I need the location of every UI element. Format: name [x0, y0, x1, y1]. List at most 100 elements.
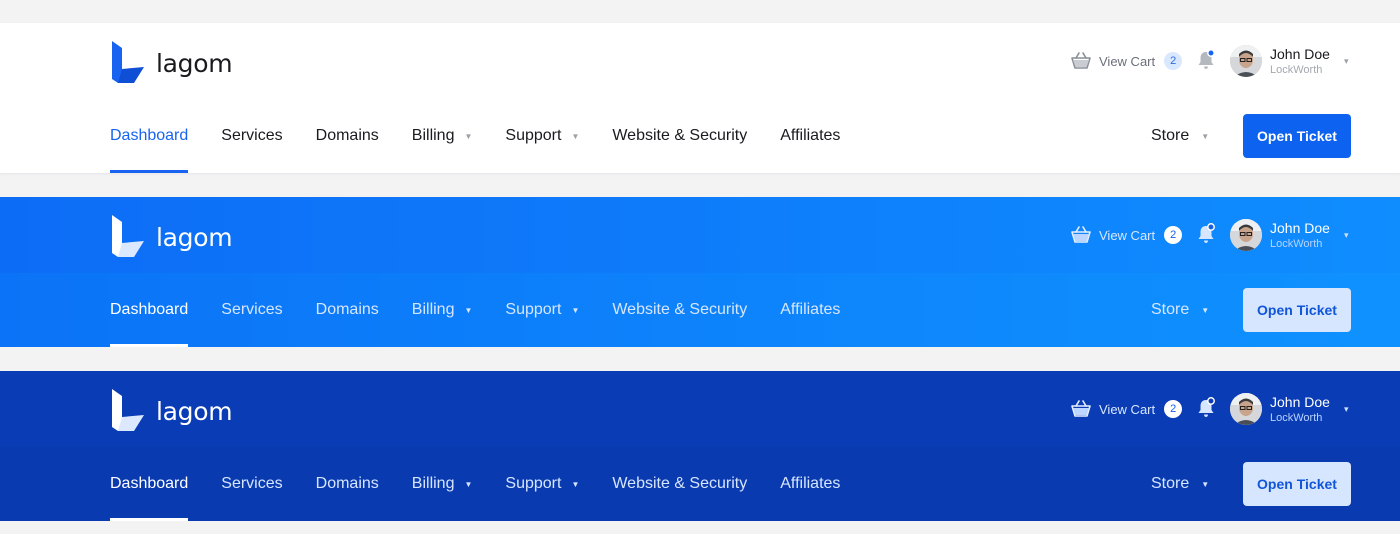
- nav-item-services[interactable]: Services: [221, 273, 282, 347]
- notifications-button[interactable]: [1196, 49, 1216, 71]
- view-cart-link[interactable]: View Cart 2: [1070, 223, 1183, 247]
- cart-count-badge: 2: [1164, 400, 1183, 418]
- nav-item-domains[interactable]: Domains: [316, 273, 379, 347]
- chevron-down-icon: ▾: [1343, 229, 1349, 240]
- nav-item-label: Affiliates: [780, 301, 841, 318]
- chevron-down-icon: ▼: [1201, 131, 1210, 141]
- chevron-down-icon: ▼: [571, 479, 580, 489]
- nav-item-affiliates[interactable]: Affiliates: [780, 99, 840, 173]
- nav-item-label: Website & Security: [612, 127, 748, 144]
- nav-item-label: Affiliates: [780, 475, 841, 492]
- view-cart-label: View Cart: [1099, 401, 1156, 417]
- logo-text: lagom: [156, 222, 233, 252]
- logo[interactable]: lagom: [110, 213, 250, 257]
- nav-item-dashboard[interactable]: Dashboard: [110, 273, 189, 347]
- user-info: John Doe LockWorth: [1270, 46, 1330, 77]
- user-name: John Doe: [1270, 219, 1330, 236]
- nav-item-label: Website & Security: [612, 475, 748, 492]
- nav-item-affiliates[interactable]: Affiliates: [780, 273, 840, 347]
- nav-item-dashboard[interactable]: Dashboard: [110, 99, 189, 173]
- nav-item-label: Website & Security: [612, 301, 748, 318]
- chevron-down-icon: ▾: [1343, 55, 1349, 66]
- lagom-logo-icon: [110, 213, 146, 257]
- view-cart-link[interactable]: View Cart 2: [1070, 49, 1183, 73]
- logo-text: lagom: [156, 48, 233, 78]
- nav-item-billing[interactable]: Billing ▼: [412, 447, 473, 521]
- chevron-down-icon: ▼: [1201, 479, 1210, 489]
- chevron-down-icon: ▾: [1343, 403, 1349, 414]
- store-menu[interactable]: Store ▼: [1151, 99, 1209, 173]
- nav-item-label: Dashboard: [110, 301, 189, 318]
- user-menu[interactable]: John Doe LockWorth ▾: [1230, 217, 1348, 253]
- nav-item-label: Services: [221, 301, 283, 318]
- logo-text: lagom: [156, 396, 233, 426]
- main-nav: Dashboard Services Domains Billing ▼ Support ▼…: [110, 447, 873, 521]
- main-navigation-bar: Dashboard Services Domains Billing ▼ Support ▼…: [0, 99, 1400, 173]
- nav-item-support[interactable]: Support ▼: [505, 99, 579, 173]
- nav-item-website-security[interactable]: Website & Security: [612, 447, 747, 521]
- nav-item-dashboard[interactable]: Dashboard: [110, 447, 189, 521]
- header-variant-dark: lagom View Cart 2 John Doe LockWorth ▾ D…: [0, 371, 1400, 521]
- user-menu[interactable]: John Doe LockWorth ▾: [1230, 391, 1348, 427]
- logo[interactable]: lagom: [110, 387, 250, 431]
- user-organization: LockWorth: [1270, 63, 1323, 76]
- view-cart-label: View Cart: [1099, 227, 1156, 243]
- view-cart-link[interactable]: View Cart 2: [1070, 397, 1183, 421]
- nav-item-domains[interactable]: Domains: [316, 447, 379, 521]
- bell-icon: [1196, 49, 1216, 71]
- logo[interactable]: lagom: [110, 39, 250, 83]
- nav-item-label: Billing: [411, 127, 455, 144]
- avatar: [1230, 393, 1262, 425]
- nav-item-domains[interactable]: Domains: [316, 99, 379, 173]
- header-top-bar: lagom View Cart 2 John Doe LockWorth ▾: [0, 197, 1400, 273]
- main-navigation-bar: Dashboard Services Domains Billing ▼ Support ▼…: [0, 447, 1400, 521]
- user-name: John Doe: [1270, 45, 1330, 62]
- store-menu[interactable]: Store ▼: [1151, 273, 1209, 347]
- store-menu[interactable]: Store ▼: [1151, 447, 1209, 521]
- notifications-button[interactable]: [1196, 397, 1216, 419]
- user-organization: LockWorth: [1270, 411, 1323, 424]
- nav-item-label: Affiliates: [780, 127, 841, 144]
- main-navigation-bar: Dashboard Services Domains Billing ▼ Support ▼…: [0, 273, 1400, 347]
- nav-item-billing[interactable]: Billing ▼: [412, 99, 473, 173]
- header-variant-blue: lagom View Cart 2 John Doe LockWorth ▾ D…: [0, 197, 1400, 347]
- chevron-down-icon: ▼: [464, 305, 473, 315]
- nav-item-billing[interactable]: Billing ▼: [412, 273, 473, 347]
- open-ticket-button[interactable]: Open Ticket: [1243, 288, 1351, 332]
- nav-item-website-security[interactable]: Website & Security: [612, 273, 747, 347]
- cart-count-badge: 2: [1164, 52, 1183, 70]
- nav-item-label: Services: [221, 475, 283, 492]
- nav-item-website-security[interactable]: Website & Security: [612, 99, 747, 173]
- header-top-bar: lagom View Cart 2 John Doe LockWorth ▾: [0, 371, 1400, 447]
- header-variant-light: lagom View Cart 2 John Doe LockWorth ▾ D…: [0, 23, 1400, 173]
- basket-icon: [1070, 52, 1092, 70]
- store-label: Store: [1151, 301, 1190, 318]
- open-ticket-button[interactable]: Open Ticket: [1243, 462, 1351, 506]
- bell-icon: [1196, 397, 1216, 419]
- nav-item-label: Billing: [411, 475, 455, 492]
- nav-item-label: Services: [221, 127, 283, 144]
- store-label: Store: [1151, 127, 1190, 144]
- nav-item-services[interactable]: Services: [221, 447, 282, 521]
- nav-item-support[interactable]: Support ▼: [505, 273, 579, 347]
- nav-item-label: Dashboard: [110, 475, 189, 492]
- nav-item-label: Support: [505, 475, 562, 492]
- avatar: [1230, 45, 1262, 77]
- main-nav: Dashboard Services Domains Billing ▼ Support ▼…: [110, 99, 873, 173]
- chevron-down-icon: ▼: [464, 131, 473, 141]
- nav-item-label: Support: [505, 127, 562, 144]
- chevron-down-icon: ▼: [571, 305, 580, 315]
- chevron-down-icon: ▼: [1201, 305, 1210, 315]
- nav-item-services[interactable]: Services: [221, 99, 282, 173]
- nav-item-affiliates[interactable]: Affiliates: [780, 447, 840, 521]
- store-label: Store: [1151, 475, 1190, 492]
- user-info: John Doe LockWorth: [1270, 394, 1330, 425]
- notifications-button[interactable]: [1196, 223, 1216, 245]
- user-organization: LockWorth: [1270, 237, 1323, 250]
- nav-item-label: Dashboard: [110, 127, 189, 144]
- open-ticket-button[interactable]: Open Ticket: [1243, 114, 1351, 158]
- nav-item-support[interactable]: Support ▼: [505, 447, 579, 521]
- main-nav: Dashboard Services Domains Billing ▼ Support ▼…: [110, 273, 873, 347]
- user-menu[interactable]: John Doe LockWorth ▾: [1230, 43, 1348, 79]
- user-name: John Doe: [1270, 393, 1330, 410]
